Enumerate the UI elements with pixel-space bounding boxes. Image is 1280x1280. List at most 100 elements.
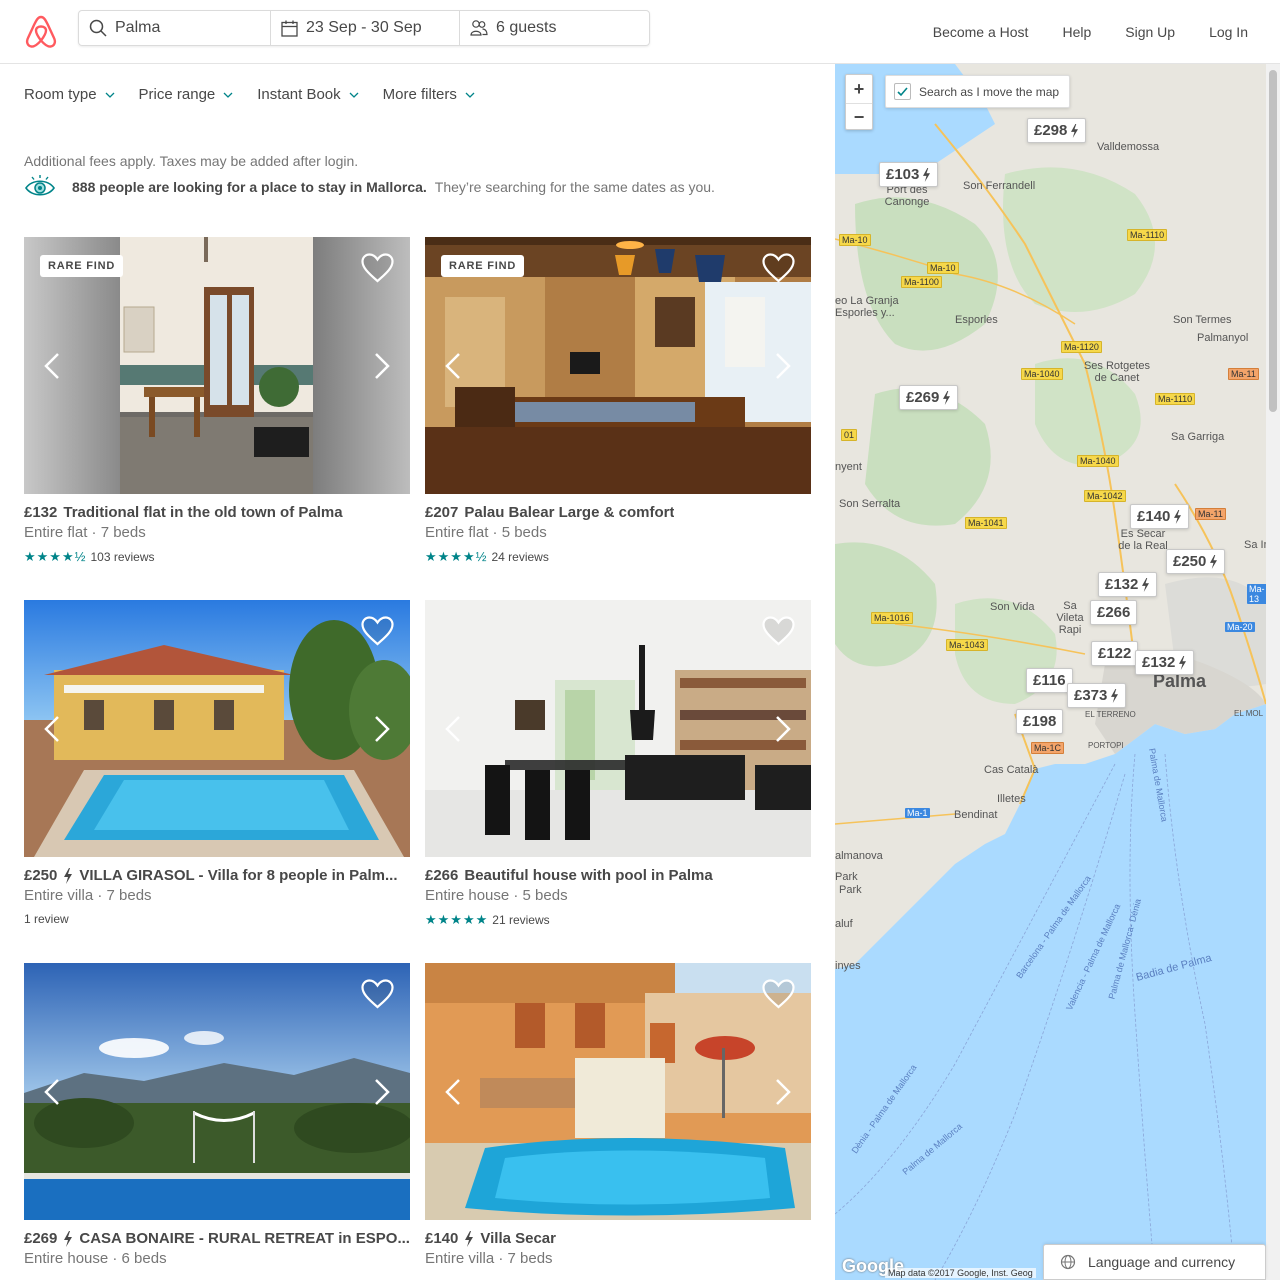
listing-photo[interactable] (425, 600, 811, 857)
price-pin[interactable]: £122 (1091, 641, 1139, 666)
map-place-label: Cas Català (984, 764, 1039, 776)
chevron-left-icon[interactable] (44, 715, 60, 743)
instant-book-icon (943, 390, 951, 405)
dates-field[interactable]: 23 Sep - 30 Sep (270, 11, 459, 45)
listing-title[interactable]: £269 CASA BONAIRE - RURAL RETREAT in ESP… (24, 1230, 410, 1247)
checkbox[interactable] (894, 83, 911, 100)
chevron-right-icon[interactable] (374, 352, 390, 380)
chevron-left-icon[interactable] (445, 352, 461, 380)
listing-title[interactable]: £140 Villa Secar (425, 1230, 811, 1247)
price-pin[interactable]: £373 (1067, 683, 1127, 708)
listing-card[interactable]: £140 Villa Secar Entire villa · 7 beds (425, 963, 811, 1267)
map-place-label: Park (835, 871, 858, 883)
chevron-left-icon[interactable] (44, 1078, 60, 1106)
instant-book-icon (1179, 655, 1187, 670)
heart-icon[interactable] (361, 253, 394, 283)
filter-price-range[interactable]: Price range (139, 86, 234, 103)
fees-notice: Additional fees apply. Taxes may be adde… (24, 153, 359, 169)
zoom-out-button[interactable]: − (846, 103, 872, 131)
chevron-left-icon[interactable] (44, 352, 60, 380)
map-place-label: Sa Vileta Rapi (1056, 600, 1084, 636)
listing-title[interactable]: £266 Beautiful house with pool in Palma (425, 867, 811, 884)
price-pin[interactable]: £250 (1166, 549, 1226, 574)
road-label: Ma-1016 (871, 612, 913, 624)
chevron-right-icon[interactable] (775, 1078, 791, 1106)
heart-icon[interactable] (762, 616, 795, 646)
listing-photo[interactable] (24, 600, 410, 857)
price-pin[interactable]: £116 (1026, 668, 1073, 693)
chevron-right-icon[interactable] (775, 352, 791, 380)
review-count: 103 reviews (90, 550, 155, 564)
listing-type: Entire villa · 7 beds (425, 1250, 553, 1267)
map-attribution[interactable]: Map data ©2017 Google, Inst. Geog (885, 1268, 1036, 1278)
map-place-label: Illetes (997, 793, 1026, 805)
price-pin[interactable]: £269 (899, 385, 959, 410)
map-place-label: Es Secar de la Real (1118, 528, 1168, 552)
price-pin[interactable]: £266 (1090, 600, 1138, 625)
price-pin[interactable]: £132 (1135, 650, 1195, 675)
chevron-right-icon[interactable] (374, 715, 390, 743)
instant-book-icon (1071, 123, 1079, 138)
road-label: Ma-11 (1195, 508, 1226, 520)
price-pin[interactable]: £198 (1016, 709, 1064, 734)
guests-field[interactable]: 6 guests (459, 11, 649, 45)
listing-title[interactable]: £250 VILLA GIRASOL - Villa for 8 people … (24, 867, 410, 884)
road-label: Ma-1110 (1155, 393, 1196, 405)
location-value: Palma (115, 19, 161, 36)
chevron-right-icon[interactable] (374, 1078, 390, 1106)
language-currency-button[interactable]: Language and currency (1043, 1244, 1266, 1280)
nav-sign-up[interactable]: Sign Up (1125, 24, 1175, 40)
map-place-label: Sa Indi (1244, 539, 1266, 551)
listing-photo[interactable] (24, 963, 410, 1220)
listing-card[interactable]: RARE FIND £207 Palau Balear Large & comf… (425, 237, 811, 565)
filter-room-type[interactable]: Room type (24, 86, 115, 103)
road-label: Ma-1042 (1084, 490, 1126, 502)
scrollbar-thumb[interactable] (1269, 70, 1277, 412)
chevron-left-icon[interactable] (445, 1078, 461, 1106)
map-place-label: Son Serralta (839, 498, 901, 510)
filter-more-filters[interactable]: More filters (383, 86, 475, 103)
listing-title[interactable]: £207 Palau Balear Large & comfort (425, 504, 811, 521)
price-pin[interactable]: £103 (879, 162, 939, 187)
nav-help[interactable]: Help (1062, 24, 1091, 40)
instant-book-icon (465, 1230, 474, 1247)
airbnb-logo-icon[interactable] (24, 14, 58, 50)
map-place-label: nyent (835, 461, 862, 473)
instant-book-icon (1111, 688, 1119, 703)
price-pin[interactable]: £140 (1130, 504, 1190, 529)
listing-card[interactable]: £269 CASA BONAIRE - RURAL RETREAT in ESP… (24, 963, 410, 1267)
listing-type: Entire house · 5 beds (425, 887, 568, 904)
search-as-move-toggle[interactable]: Search as I move the map (885, 75, 1071, 108)
road-label: Ma-20 (1225, 622, 1255, 632)
listing-card[interactable]: £266 Beautiful house with pool in Palma … (425, 600, 811, 928)
listing-type: Entire house · 6 beds (24, 1250, 167, 1267)
pin-price: £373 (1074, 687, 1108, 704)
road-label: 01 (841, 429, 858, 441)
chevron-left-icon[interactable] (445, 715, 461, 743)
pin-price: £198 (1023, 713, 1057, 730)
nav-become-host[interactable]: Become a Host (933, 24, 1029, 40)
filter-instant-book[interactable]: Instant Book (257, 86, 359, 103)
listing-image (425, 600, 811, 857)
location-field[interactable]: Palma (79, 11, 270, 45)
listing-photo[interactable] (425, 963, 811, 1220)
listing-name: Beautiful house with pool in Palma (464, 867, 713, 884)
map-place-label: PORTOPI (1088, 741, 1124, 750)
zoom-in-button[interactable]: + (846, 75, 872, 103)
listing-photo[interactable]: RARE FIND (425, 237, 811, 494)
price-pin[interactable]: £298 (1027, 118, 1087, 143)
listing-photo[interactable]: RARE FIND (24, 237, 410, 494)
listing-title[interactable]: £132 Traditional flat in the old town of… (24, 504, 410, 521)
heart-icon[interactable] (361, 616, 394, 646)
heart-icon[interactable] (762, 979, 795, 1009)
nav-log-in[interactable]: Log In (1209, 24, 1248, 40)
chevron-right-icon[interactable] (775, 715, 791, 743)
pin-price: £298 (1034, 122, 1068, 139)
price-pin[interactable]: £132 (1098, 572, 1158, 597)
listing-card[interactable]: £250 VILLA GIRASOL - Villa for 8 people … (24, 600, 410, 926)
listing-name: Villa Secar (480, 1230, 556, 1247)
listing-price: £269 (24, 1230, 58, 1247)
listing-card[interactable]: RARE FIND £132 Traditional flat in the o… (24, 237, 410, 565)
heart-icon[interactable] (361, 979, 394, 1009)
heart-icon[interactable] (762, 253, 795, 283)
